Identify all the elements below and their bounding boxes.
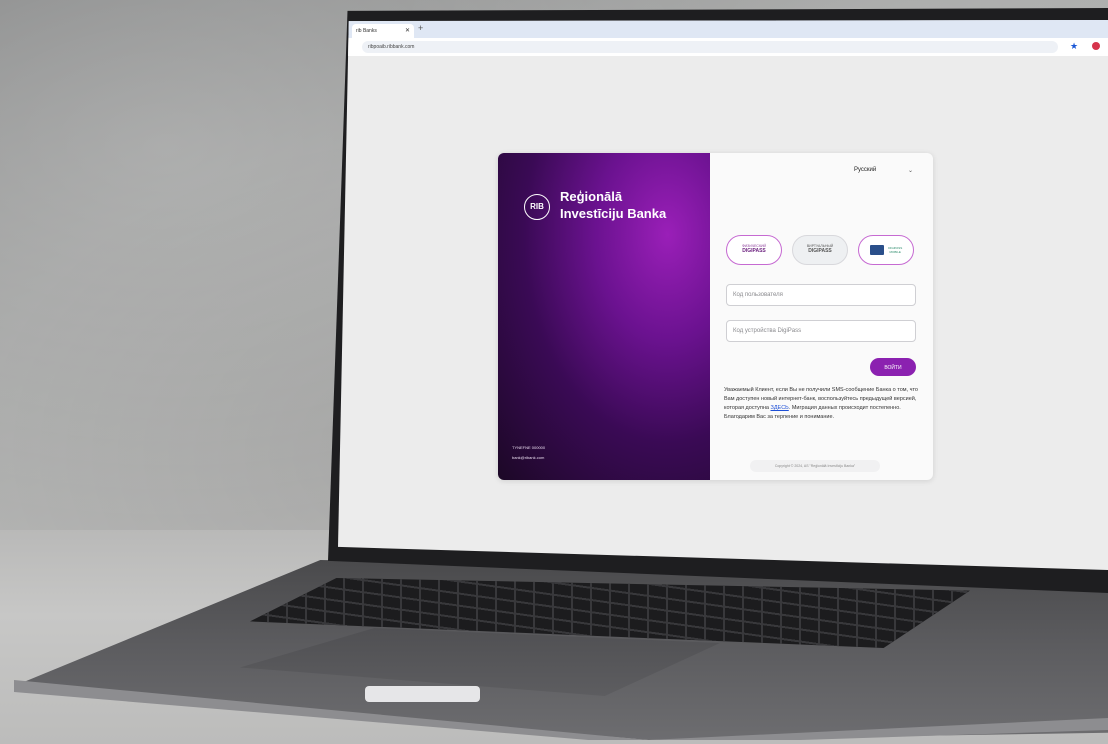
- notice-link[interactable]: ЗДЕСЬ: [771, 405, 789, 411]
- browser-tab-bar: rib Banks ✕ +: [338, 20, 1108, 38]
- digipass-mobile-icon: [869, 245, 884, 255]
- login-card: RIB Reģionālā Investīciju Banka TYNEFNE …: [498, 153, 933, 480]
- migration-notice: Уважаемый Клиент, если Вы не получили SM…: [724, 386, 918, 422]
- bank-name-line1: Reģionālā: [560, 189, 623, 204]
- method-virtual-digipass[interactable]: ВИРТУАЛЬНЫЙ DIGIPASS: [792, 235, 848, 265]
- login-button[interactable]: ВОЙТИ: [870, 358, 916, 376]
- close-tab-icon[interactable]: ✕: [405, 24, 410, 38]
- copyright-text: Copyright © 2024, AS "Reģionālā Investīc…: [750, 460, 880, 472]
- method-physical-digipass[interactable]: ФИЗИЧЕСКИЙ DIGIPASS: [726, 235, 782, 265]
- method-main-label: DIGIPASS: [808, 248, 832, 254]
- brand-panel: RIB Reģionālā Investīciju Banka TYNEFNE …: [498, 153, 710, 480]
- login-panel: Русский ⌄ ФИЗИЧЕСКИЙ DIGIPASS ВИРТУАЛЬНЫ…: [710, 153, 933, 480]
- method-main-label: MOBILE: [889, 250, 901, 254]
- digipass-mobile-label: DIGIPASS MOBILE: [888, 246, 902, 254]
- browser-tab-title: rib Banks: [356, 28, 377, 34]
- method-digipass-mobile[interactable]: DIGIPASS MOBILE: [858, 235, 914, 265]
- new-tab-icon[interactable]: +: [418, 23, 423, 33]
- language-select[interactable]: Русский: [854, 167, 876, 173]
- user-code-input[interactable]: Код пользователя: [726, 284, 916, 306]
- url-field[interactable]: ribpoaib.ribbank.com: [362, 41, 1058, 53]
- browser-tab[interactable]: rib Banks ✕: [352, 24, 414, 38]
- laptop-screen: rib Banks ✕ + ribpoaib.ribbank.com ★ RIB…: [338, 20, 1108, 570]
- bank-name: Reģionālā Investīciju Banka: [560, 188, 666, 222]
- bank-logo: RIB: [524, 194, 550, 220]
- bank-name-line2: Investīciju Banka: [560, 206, 667, 221]
- bank-phone: TYNEFNE 000000: [512, 445, 546, 450]
- bank-email: bank@ribank.com: [512, 455, 545, 460]
- chevron-down-icon[interactable]: ⌄: [908, 167, 913, 174]
- bookmark-star-icon[interactable]: ★: [1070, 41, 1078, 52]
- laptop-front-notch: [365, 686, 480, 702]
- method-main-label: DIGIPASS: [742, 248, 766, 254]
- browser-address-bar: ribpoaib.ribbank.com ★: [338, 38, 1108, 56]
- device-code-input[interactable]: Код устройства DigiPass: [726, 320, 916, 342]
- profile-icon[interactable]: [1092, 42, 1100, 50]
